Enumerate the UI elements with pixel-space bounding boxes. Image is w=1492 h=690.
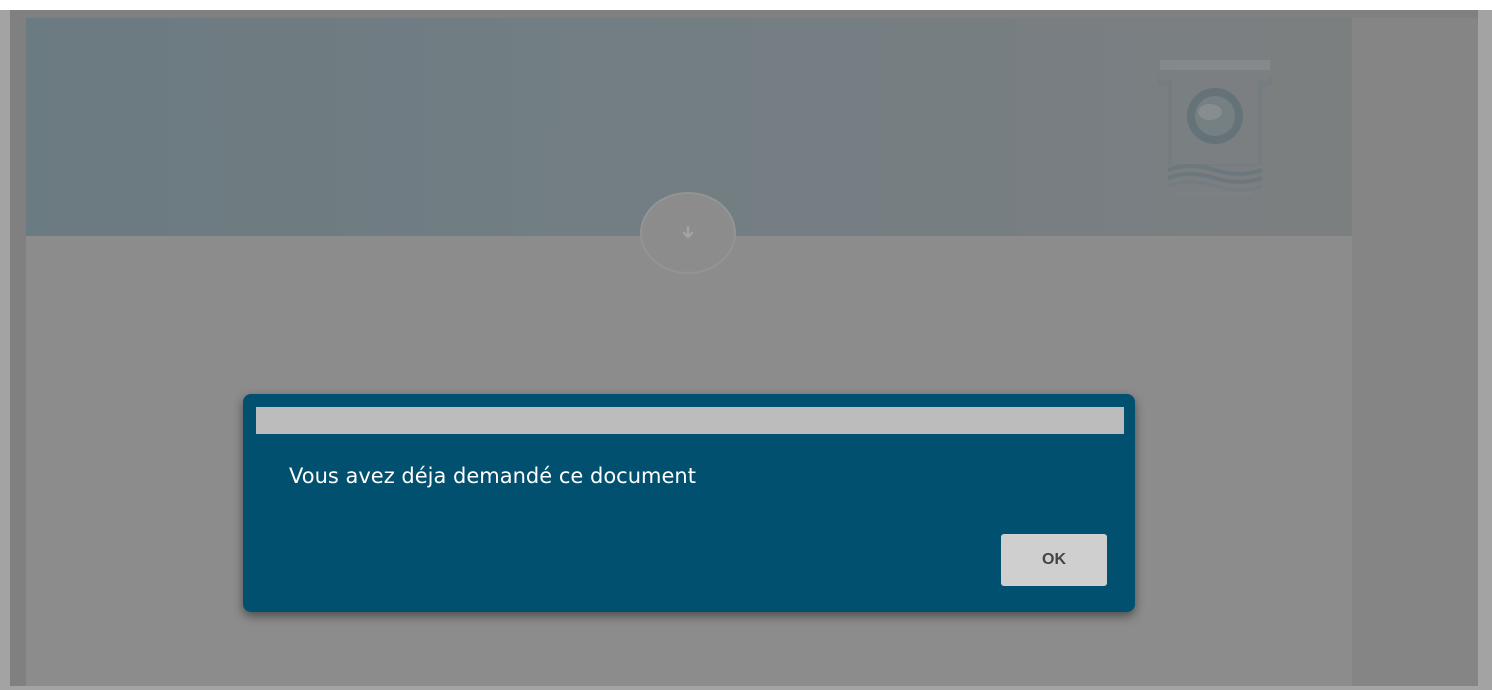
top-edge — [0, 0, 1492, 10]
ok-button[interactable]: OK — [1001, 534, 1107, 586]
dialog-message: Vous avez déja demandé ce document — [289, 464, 696, 488]
alert-dialog: Vous avez déja demandé ce document OK — [243, 394, 1135, 612]
screen: Vous avez déja demandé ce document OK — [0, 0, 1492, 690]
dialog-titlebar — [256, 407, 1124, 434]
